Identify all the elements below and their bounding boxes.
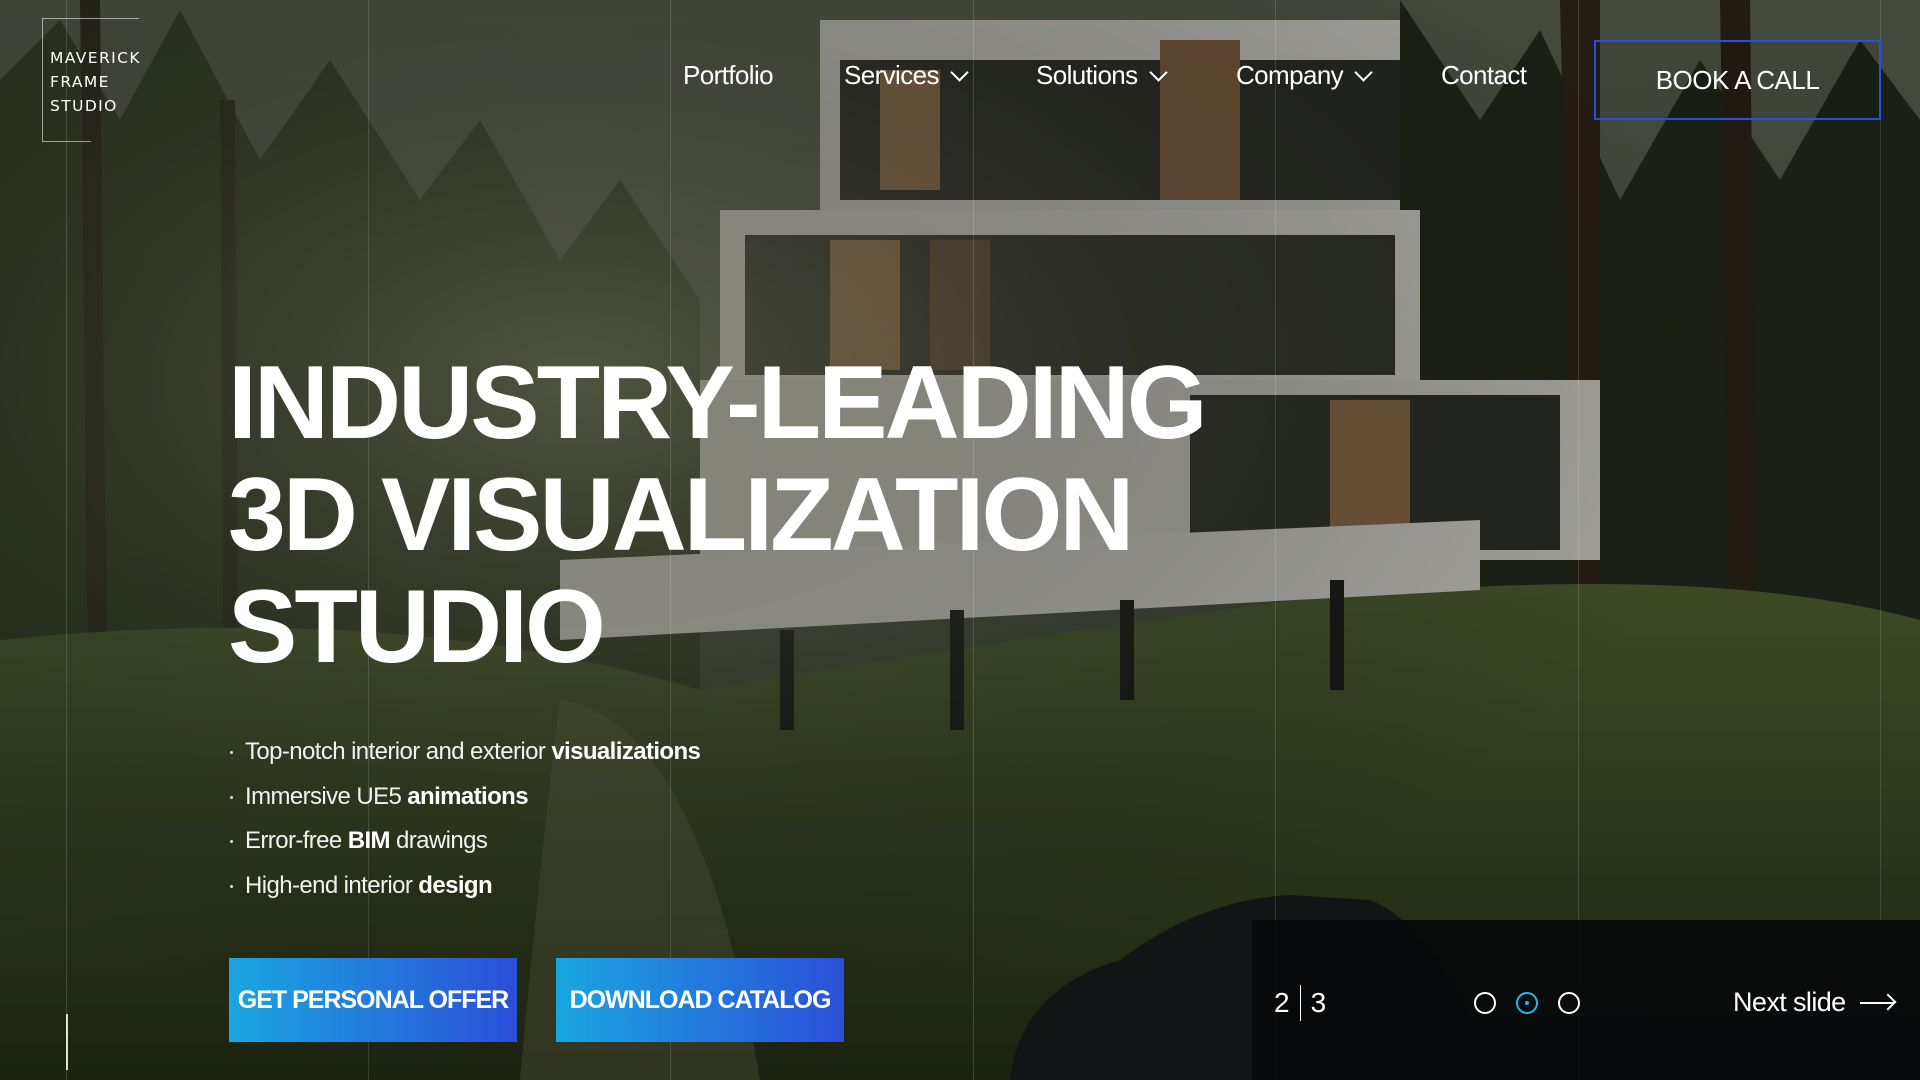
logo-frame — [43, 141, 91, 142]
bullet-icon — [230, 884, 233, 888]
slide-counter: 2 3 — [1274, 985, 1326, 1021]
headline-line: INDUSTRY-LEADING — [228, 345, 1208, 461]
grid-line — [1578, 0, 1579, 1080]
feature-highlight: animations — [407, 782, 528, 810]
feature-text: Immersive UE5 — [245, 782, 408, 810]
chevron-down-icon — [950, 62, 969, 82]
download-catalog-button[interactable]: DOWNLOAD CATALOG — [556, 958, 844, 1042]
slider-dot-icon[interactable] — [1558, 992, 1580, 1014]
book-a-call-button[interactable]: BOOK A CALL — [1594, 40, 1881, 120]
feature-highlight: design — [418, 871, 493, 899]
nav-item-services[interactable]: Services — [844, 60, 969, 91]
next-slide-label: Next slide — [1733, 987, 1846, 1017]
slider-dot-icon[interactable] — [1516, 992, 1538, 1014]
chevron-down-icon — [1148, 62, 1168, 82]
feature-text: High-end interior — [245, 871, 419, 899]
logo-text: MAVERICK FRAME STUDIO — [50, 46, 141, 118]
total-slides: 3 — [1310, 987, 1327, 1018]
next-slide-button[interactable]: Next slide — [1733, 987, 1894, 1018]
scroll-indicator — [66, 1014, 68, 1070]
chevron-down-icon — [1354, 62, 1373, 82]
slider-pagination — [1474, 992, 1580, 1014]
logo-line: MAVERICK — [50, 49, 141, 67]
nav-item-label: Portfolio — [683, 60, 774, 90]
logo-line: FRAME — [50, 73, 110, 91]
feature-text: Error-free — [245, 827, 348, 854]
feature-text: drawings — [396, 827, 488, 854]
feature-text: Top-notch interior and exterior — [245, 738, 552, 765]
nav-item-portfolio[interactable]: Portfolio — [683, 60, 774, 91]
headline-line: 3D VISUALIZATION — [228, 457, 1134, 573]
grid-line — [66, 0, 67, 1080]
nav-item-label: Solutions — [1036, 60, 1138, 90]
nav-item-company[interactable]: Company — [1236, 60, 1373, 91]
nav-item-label: Services — [844, 60, 940, 90]
slider-dot-icon[interactable] — [1474, 992, 1496, 1014]
feature-item: Top-notch interior and exterior visualiz… — [228, 730, 701, 775]
feature-highlight: BIM — [347, 827, 397, 854]
bullet-icon — [230, 840, 233, 843]
counter-divider — [1299, 985, 1301, 1021]
feature-highlight: visualizations — [551, 738, 701, 765]
feature-item: High-end interior design — [228, 864, 700, 909]
nav-item-contact[interactable]: Contact — [1441, 60, 1527, 91]
current-slide: 2 — [1274, 987, 1290, 1018]
grid-line — [1880, 0, 1881, 1080]
site-logo[interactable]: MAVERICK FRAME STUDIO — [42, 18, 141, 142]
grid-line — [1275, 0, 1276, 1080]
feature-item: Immersive UE5 animations — [228, 775, 700, 820]
logo-frame — [43, 18, 139, 19]
nav-item-label: Company — [1236, 60, 1344, 90]
feature-list: Top-notch interior and exterior visualiz… — [228, 730, 701, 909]
feature-item: Error-free BIM drawings — [228, 819, 700, 864]
get-personal-offer-button[interactable]: GET PERSONAL OFFER — [229, 958, 517, 1042]
headline-line: STUDIO — [228, 569, 606, 685]
hero-headline: INDUSTRY-LEADING 3D VISUALIZATION STUDIO — [228, 345, 1208, 685]
logo-line: STUDIO — [50, 97, 118, 115]
nav-item-solutions[interactable]: Solutions — [1036, 60, 1168, 91]
nav-item-label: Contact — [1441, 60, 1527, 90]
bullet-icon — [230, 795, 233, 799]
bullet-icon — [230, 751, 233, 754]
arrow-right-icon — [1859, 1001, 1894, 1004]
